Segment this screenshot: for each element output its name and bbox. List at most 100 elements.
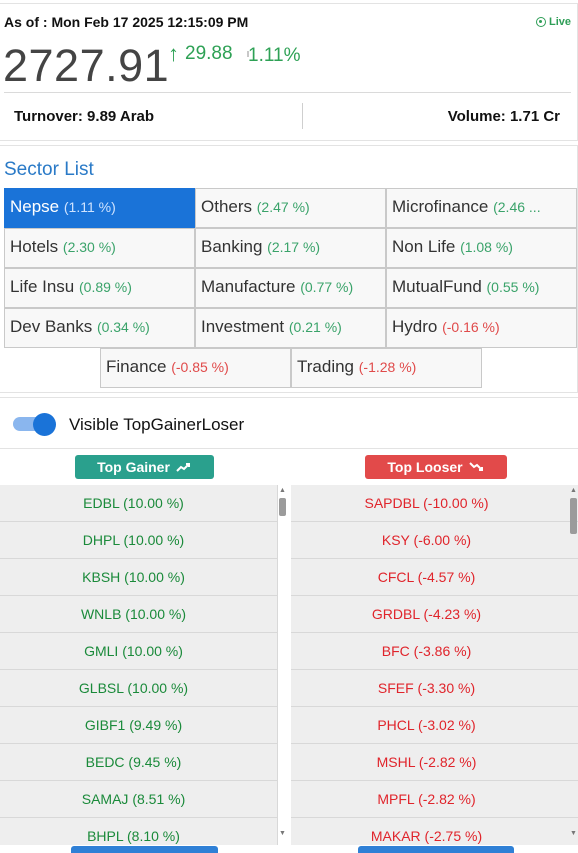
sector-change: (-1.28 %) <box>358 359 417 375</box>
looser-row[interactable]: KSY (-6.00 %) <box>291 522 578 559</box>
sector-change: (1.11 %) <box>63 199 116 215</box>
gainer-row[interactable]: DHPL (10.00 %) <box>0 522 278 559</box>
toggle-row: Visible TopGainerLoser <box>0 397 578 449</box>
change-points: 29.88 <box>185 43 233 64</box>
live-dot-icon <box>535 17 546 27</box>
sector-change: (-0.85 %) <box>171 359 229 375</box>
scroll-down-icon[interactable]: ▼ <box>570 830 577 837</box>
gainer-row[interactable]: GLBSL (10.00 %) <box>0 670 278 707</box>
sector-change: (1.08 %) <box>460 239 513 255</box>
sector-item-manufacture[interactable]: Manufacture (0.77 %) <box>195 268 386 308</box>
looser-row[interactable]: MSHL (-2.82 %) <box>291 744 578 781</box>
looser-row[interactable]: MPFL (-2.82 %) <box>291 781 578 818</box>
top-gainer-label: Top Gainer <box>97 459 170 475</box>
live-label: Live <box>548 16 571 28</box>
sector-name: Hotels <box>10 237 59 256</box>
gainer-row[interactable]: GIBF1 (9.49 %) <box>0 707 278 744</box>
divider <box>302 103 303 129</box>
scroll-down-icon[interactable]: ▼ <box>279 830 286 837</box>
toggle-knob <box>33 413 56 436</box>
sector-name: Non Life <box>392 237 456 256</box>
sector-item-dev-banks[interactable]: Dev Banks (0.34 %) <box>4 308 195 348</box>
sector-change: (2.46 ... <box>493 199 541 215</box>
sector-change: (-0.16 %) <box>442 319 500 335</box>
gainer-row[interactable]: BHPL (8.10 %) <box>0 818 278 845</box>
sector-name: Nepse <box>10 197 60 216</box>
change-percent: 1.11% <box>248 45 301 66</box>
gainer-row[interactable]: BEDC (9.45 %) <box>0 744 278 781</box>
gainer-row[interactable]: WNLB (10.00 %) <box>0 596 278 633</box>
sector-item-mutualfund[interactable]: MutualFund (0.55 %) <box>386 268 577 308</box>
sector-item-microfinance[interactable]: Microfinance (2.46 ... <box>386 188 577 228</box>
scroll-thumb[interactable] <box>279 498 286 516</box>
toggle-label: Visible TopGainerLoser <box>69 415 245 434</box>
sector-name: Investment <box>201 317 285 336</box>
looser-row[interactable]: GRDBL (-4.23 %) <box>291 596 578 633</box>
sector-change: (2.47 %) <box>256 199 310 215</box>
arrow-up-icon: ↑ <box>168 41 179 66</box>
sector-name: Dev Banks <box>10 317 93 336</box>
gainer-row[interactable]: KBSH (10.00 %) <box>0 559 278 596</box>
sector-item-non-life[interactable]: Non Life (1.08 %) <box>386 228 577 268</box>
market-summary-card: As of : Mon Feb 17 2025 12:15:09 PM Live… <box>0 3 578 141</box>
sector-item-hydro[interactable]: Hydro (-0.16 %) <box>386 308 577 348</box>
sector-name: Others <box>201 197 253 216</box>
divider <box>4 92 571 93</box>
top-looser-button[interactable]: Top Looser <box>365 455 507 479</box>
sector-list-title: Sector List <box>4 159 94 180</box>
looser-row[interactable]: MAKAR (-2.75 %) <box>291 818 578 845</box>
turnover: Turnover: 9.89 Arab <box>14 108 155 125</box>
sector-change: (0.89 %) <box>79 279 132 295</box>
looser-row[interactable]: SAPDBL (-10.00 %) <box>291 485 578 522</box>
looser-row[interactable]: CFCL (-4.57 %) <box>291 559 578 596</box>
trending-up-icon <box>176 463 190 472</box>
sector-item-investment[interactable]: Investment (0.21 %) <box>195 308 386 348</box>
sector-item-banking[interactable]: Banking (2.17 %) <box>195 228 386 268</box>
sector-name: Banking <box>201 237 263 256</box>
volume: Volume: 1.71 Cr <box>447 108 560 125</box>
scroll-thumb[interactable] <box>570 498 577 534</box>
sector-list-card: Sector List Nepse (1.11 %) Others (2.47 %… <box>0 145 578 393</box>
bottom-button-right[interactable] <box>358 846 514 853</box>
sector-item-finance[interactable]: Finance (-0.85 %) <box>100 348 291 388</box>
sector-item-trading[interactable]: Trading (-1.28 %) <box>291 348 482 388</box>
sector-name: Microfinance <box>392 197 489 216</box>
sector-change: (0.77 %) <box>300 279 354 295</box>
top-gainer-button[interactable]: Top Gainer <box>75 455 214 479</box>
top-looser-list[interactable]: SAPDBL (-10.00 %) KSY (-6.00 %) CFCL (-4.5… <box>291 485 578 845</box>
bottom-button-left[interactable] <box>71 846 218 853</box>
sector-change: (2.30 %) <box>62 239 116 255</box>
scroll-up-icon[interactable]: ▲ <box>570 487 577 494</box>
sector-change: (0.55 %) <box>486 279 540 295</box>
sector-change: (0.21 %) <box>288 319 342 335</box>
looser-row[interactable]: PHCL (-3.02 %) <box>291 707 578 744</box>
sector-name: Hydro <box>392 317 438 336</box>
sector-item-hotels[interactable]: Hotels (2.30 %) <box>4 228 195 268</box>
gainer-row[interactable]: GMLI (10.00 %) <box>0 633 278 670</box>
index-change: ↑ 29.88 <box>168 43 233 65</box>
visible-topgainerloser-toggle[interactable] <box>13 413 57 436</box>
gainer-row[interactable]: EDBL (10.00 %) <box>0 485 278 522</box>
looser-scrollbar[interactable]: ▲ ▼ <box>568 485 578 840</box>
sector-change: (0.34 %) <box>96 319 150 335</box>
looser-row[interactable]: BFC (-3.86 %) <box>291 633 578 670</box>
sector-name: Finance <box>106 357 167 376</box>
sector-item-nepse[interactable]: Nepse (1.11 %) <box>4 188 195 228</box>
sector-change: (2.17 %) <box>267 239 321 255</box>
top-gainer-list[interactable]: EDBL (10.00 %) DHPL (10.00 %) KBSH (10.00 … <box>0 485 278 845</box>
sector-name: MutualFund <box>392 277 482 296</box>
sector-item-life-insu[interactable]: Life Insu (0.89 %) <box>4 268 195 308</box>
looser-row[interactable]: SFEF (-3.30 %) <box>291 670 578 707</box>
index-value: 2727.91 <box>3 40 170 91</box>
trending-down-icon <box>468 462 483 471</box>
gainer-row[interactable]: SAMAJ (8.51 %) <box>0 781 278 818</box>
live-indicator: Live <box>535 16 571 28</box>
scroll-up-icon[interactable]: ▲ <box>279 487 286 494</box>
sector-item-others[interactable]: Others (2.47 %) <box>195 188 386 228</box>
sector-name: Life Insu <box>10 277 75 296</box>
gainer-scrollbar[interactable]: ▲ ▼ <box>277 485 287 840</box>
sector-name: Trading <box>297 357 355 376</box>
sector-name: Manufacture <box>201 277 296 296</box>
as-of-timestamp: As of : Mon Feb 17 2025 12:15:09 PM <box>4 14 249 30</box>
top-looser-label: Top Looser <box>387 459 463 475</box>
